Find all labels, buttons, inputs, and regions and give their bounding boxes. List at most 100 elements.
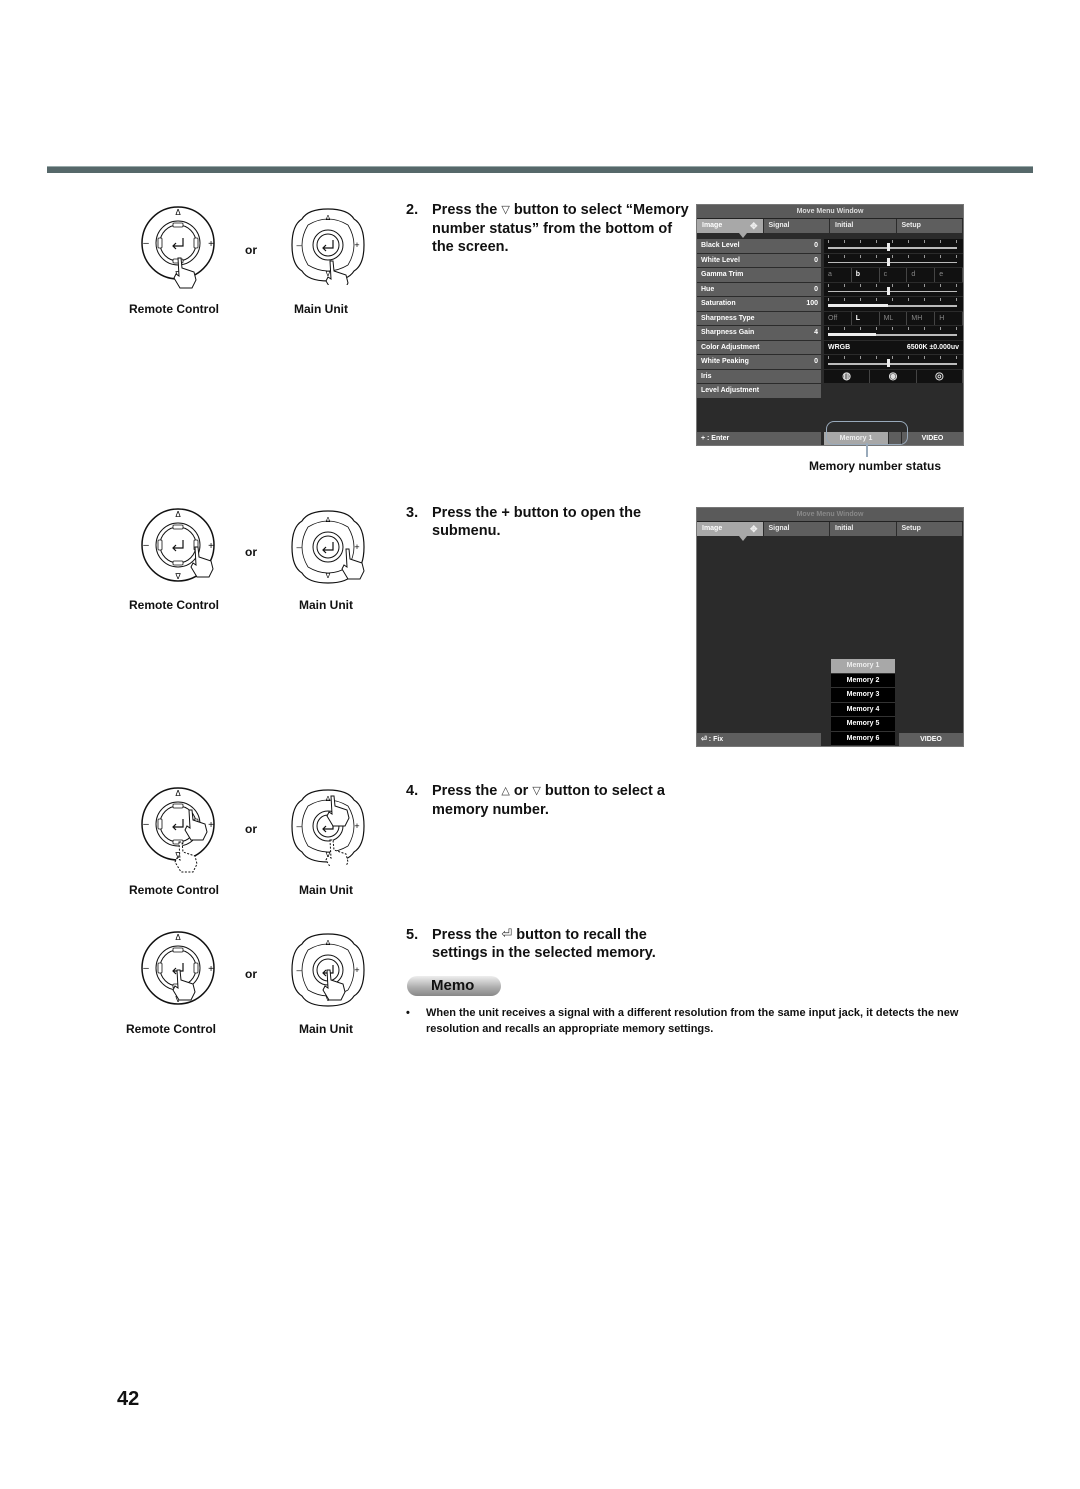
osd-row-label: Sharpness Gain <box>701 329 755 336</box>
memo-note: • When the unit receives a signal with a… <box>406 1005 966 1037</box>
osd-tab-label: Setup <box>901 222 921 229</box>
main-unit-dpad-icon: Δ ∇ – + <box>288 930 368 1010</box>
osd-color-adjustment[interactable]: WRGB 6500K ±0.000uv <box>824 340 963 354</box>
osd-tab-initial[interactable]: Initial <box>830 522 897 536</box>
source-indicator: VIDEO <box>899 733 963 746</box>
osd-tab-setup[interactable]: Setup <box>896 219 963 233</box>
osd-tab-setup[interactable]: Setup <box>896 522 963 536</box>
slider-knob[interactable] <box>887 243 890 251</box>
osd-row[interactable]: Black Level 0 <box>697 239 963 254</box>
svg-text:–: – <box>296 965 301 975</box>
svg-text:Δ: Δ <box>326 215 331 222</box>
osd-slider[interactable] <box>824 326 963 340</box>
osd-choices[interactable]: abcde <box>824 268 963 282</box>
main-unit-caption: Main Unit <box>299 1022 353 1036</box>
osd-row[interactable]: Color Adjustment WRGB 6500K ±0.000uv <box>697 340 963 355</box>
remote-control-caption: Remote Control <box>126 1022 216 1036</box>
remote-control-dpad-icon: Δ ∇ – + <box>133 928 223 1018</box>
osd-row[interactable]: Sharpness Gain 4 <box>697 326 963 341</box>
osd-tab-initial[interactable]: Initial <box>830 219 897 233</box>
svg-text:+: + <box>208 820 214 831</box>
svg-text:Δ: Δ <box>175 933 181 942</box>
page-number: 42 <box>117 1388 140 1410</box>
remote-control-dpad-icon: Δ ∇ – + <box>133 505 223 595</box>
svg-text:+: + <box>208 239 214 250</box>
svg-text:–: – <box>143 238 149 249</box>
osd-title: Move Menu Window <box>697 508 963 522</box>
osd-tab-signal[interactable]: Signal <box>763 522 830 536</box>
osd-tab-image[interactable]: Image ✥ <box>697 522 764 541</box>
osd-slider[interactable] <box>824 355 963 369</box>
memo-text: When the unit receives a signal with a d… <box>426 1007 959 1035</box>
memory-option[interactable]: Memory 2 <box>831 673 895 688</box>
svg-text:∇: ∇ <box>325 572 331 580</box>
main-unit-caption: Main Unit <box>294 302 348 316</box>
main-unit-caption: Main Unit <box>299 883 353 897</box>
osd-slider[interactable] <box>824 297 963 311</box>
main-unit-dpad-icon: Δ ∇ – + <box>288 205 368 285</box>
iris-aperture-icon[interactable]: ◍ <box>824 369 871 383</box>
iris-aperture-icon[interactable]: ◉ <box>870 369 917 383</box>
memory-option[interactable]: Memory 4 <box>831 702 895 717</box>
osd-row[interactable]: White Peaking 0 <box>697 355 963 370</box>
osd-slider[interactable] <box>824 239 963 253</box>
step-number: 4. <box>406 783 419 799</box>
enter-hint: + : Enter <box>697 431 821 445</box>
osd-row-label: Hue <box>701 285 715 293</box>
osd-row-label: White Peaking <box>701 358 749 365</box>
osd-status-bar: ⏎ : Fix VIDEO <box>697 733 963 746</box>
or-label: or <box>245 243 257 257</box>
osd-choice[interactable]: ML <box>880 311 908 325</box>
enter-icon: ⏎ <box>501 926 513 941</box>
osd-slider[interactable] <box>824 253 963 267</box>
svg-text:+: + <box>208 541 214 552</box>
osd-row[interactable]: Saturation 100 <box>697 297 963 312</box>
up-triangle-icon: △ <box>501 785 510 797</box>
osd-row-value: 0 <box>814 285 818 293</box>
step-text: Press the <box>432 202 498 218</box>
osd-tab-label: Initial <box>835 525 854 532</box>
osd-row[interactable]: Gamma Trim a b c d e <box>697 268 963 283</box>
callout-line <box>866 443 868 457</box>
main-unit-dpad-icon: Δ ∇ – + <box>288 507 368 587</box>
osd-iris[interactable]: ◍ ◉ ◎ <box>824 369 963 383</box>
osd-choices[interactable]: Off L ML MH H <box>824 311 963 325</box>
slider-knob[interactable] <box>887 286 890 295</box>
slider-knob[interactable] <box>887 257 890 266</box>
osd-row[interactable]: White Level 0 <box>697 253 963 268</box>
osd-choice[interactable]: L <box>852 311 880 325</box>
memory-option[interactable]: Memory 5 <box>831 717 895 732</box>
step-text: Press the <box>432 783 498 799</box>
header-rule <box>47 166 1033 173</box>
fix-hint: ⏎ : Fix <box>697 733 821 746</box>
step-number: 2. <box>406 202 419 218</box>
osd-choice[interactable]: Off <box>824 311 852 325</box>
svg-text:Δ: Δ <box>326 517 331 524</box>
osd-row[interactable]: Sharpness Type Off L ML MH H <box>697 311 963 326</box>
osd-choice[interactable]: b <box>852 268 880 282</box>
osd-choice[interactable]: H <box>935 311 963 325</box>
osd-choice[interactable]: e <box>935 268 963 282</box>
memory-option[interactable]: Memory 3 <box>831 688 895 703</box>
step-3: 3. Press the + button to open the submen… <box>406 504 696 540</box>
osd-tab-signal[interactable]: Signal <box>763 219 830 233</box>
memo-badge: Memo <box>407 976 501 996</box>
osd-tab-label: Setup <box>901 525 921 532</box>
osd-row[interactable]: Hue 0 <box>697 282 963 297</box>
step-text: Press the + button to open the submenu. <box>432 505 642 539</box>
osd-choice[interactable]: MH <box>907 311 936 325</box>
osd-row[interactable]: Iris ◍ ◉ ◎ <box>697 369 963 384</box>
down-triangle-icon: ▽ <box>501 204 510 216</box>
osd-tab-label: Signal <box>768 525 790 532</box>
osd-row[interactable]: Level Adjustment <box>697 384 963 399</box>
osd-choice[interactable]: c <box>880 268 908 282</box>
slider-knob[interactable] <box>887 359 890 367</box>
osd-choice[interactable]: d <box>907 268 936 282</box>
osd-choice[interactable]: a <box>824 268 852 282</box>
color-temp-value: 6500K ±0.000uv <box>906 343 959 351</box>
osd-tab-image[interactable]: Image ✥ <box>697 219 764 238</box>
osd-row-label: White Level <box>701 256 740 264</box>
memory-option[interactable]: Memory 1 <box>831 659 895 674</box>
osd-slider[interactable] <box>824 282 963 296</box>
iris-aperture-icon[interactable]: ◎ <box>917 369 963 383</box>
